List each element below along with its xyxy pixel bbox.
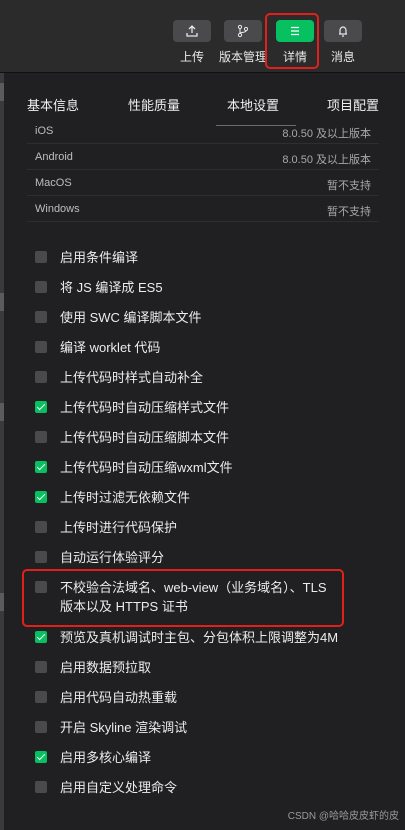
- upload-label: 上传: [179, 50, 204, 64]
- upload-button[interactable]: 上传: [171, 20, 213, 65]
- messages-button[interactable]: 消息: [322, 20, 364, 65]
- tab-local-settings[interactable]: 本地设置: [227, 95, 279, 114]
- tab-project-config[interactable]: 项目配置: [327, 95, 379, 114]
- checkbox[interactable]: [35, 661, 47, 673]
- option-label: 预览及真机调试时主包、分包体积上限调整为4M: [60, 630, 339, 645]
- option-style-autoprefix[interactable]: 上传代码时样式自动补全: [35, 368, 360, 390]
- checkbox-checked[interactable]: [35, 491, 47, 503]
- option-label: 上传代码时自动压缩样式文件: [60, 400, 230, 415]
- option-minify-script[interactable]: 上传代码时自动压缩脚本文件: [35, 428, 360, 450]
- details-panel: 基本信息 性能质量 本地设置 项目配置 iOS 8.0.50 及以上版本 And…: [4, 73, 405, 830]
- table-row: Windows 暂不支持: [27, 196, 379, 222]
- library-support-table: iOS 8.0.50 及以上版本 Android 8.0.50 及以上版本 Ma…: [27, 118, 379, 222]
- checkbox[interactable]: [35, 341, 47, 353]
- platform-requirement: 暂不支持: [327, 206, 371, 218]
- tab-performance[interactable]: 性能质量: [128, 95, 180, 114]
- highlight-box-details: [265, 13, 319, 69]
- bell-icon: [324, 20, 362, 42]
- option-js-to-es5[interactable]: 将 JS 编译成 ES5: [35, 278, 360, 300]
- option-minify-style[interactable]: 上传代码时自动压缩样式文件: [35, 398, 360, 420]
- option-auto-audit[interactable]: 自动运行体验评分: [35, 548, 360, 570]
- table-row: MacOS 暂不支持: [27, 170, 379, 196]
- platform-name: Windows: [35, 203, 80, 215]
- top-toolbar: 上传 版本管理 详情 消息: [0, 0, 405, 73]
- checkbox-checked[interactable]: [35, 751, 47, 763]
- option-label: 上传代码时自动压缩脚本文件: [60, 430, 230, 445]
- option-hot-reload[interactable]: 启用代码自动热重载: [35, 688, 360, 710]
- option-label: 上传时进行代码保护: [60, 520, 178, 535]
- checkbox[interactable]: [35, 281, 47, 293]
- option-worklet-compile[interactable]: 编译 worklet 代码: [35, 338, 360, 360]
- option-skyline-debug[interactable]: 开启 Skyline 渲染调试: [35, 718, 360, 740]
- platform-name: iOS: [35, 125, 54, 137]
- option-label: 上传时过滤无依赖文件: [60, 490, 191, 505]
- option-label: 开启 Skyline 渲染调试: [60, 720, 188, 735]
- checkbox[interactable]: [35, 431, 47, 443]
- option-label: 启用代码自动热重载: [60, 690, 178, 705]
- version-management-button[interactable]: 版本管理: [216, 20, 270, 65]
- platform-requirement: 暂不支持: [327, 180, 371, 192]
- watermark: CSDN @哈哈皮皮虾的皮: [287, 811, 399, 822]
- checkbox[interactable]: [35, 551, 47, 563]
- branch-icon: [224, 20, 262, 42]
- option-4m-package-limit[interactable]: 预览及真机调试时主包、分包体积上限调整为4M: [35, 628, 360, 650]
- upload-icon: [173, 20, 211, 42]
- option-conditional-compile[interactable]: 启用条件编译: [35, 248, 360, 270]
- option-label: 启用多核心编译: [60, 750, 152, 765]
- checkbox-checked[interactable]: [35, 401, 47, 413]
- checkbox-checked[interactable]: [35, 461, 47, 473]
- checkbox[interactable]: [35, 251, 47, 263]
- option-multicore-compile[interactable]: 启用多核心编译: [35, 748, 360, 770]
- checkbox[interactable]: [35, 721, 47, 733]
- option-code-protection[interactable]: 上传时进行代码保护: [35, 518, 360, 540]
- option-label: 上传代码时自动压缩wxml文件: [60, 460, 233, 475]
- option-label: 启用条件编译: [60, 250, 139, 265]
- tab-basic-info[interactable]: 基本信息: [27, 95, 79, 114]
- platform-requirement: 8.0.50 及以上版本: [282, 128, 371, 140]
- platform-requirement: 8.0.50 及以上版本: [282, 154, 371, 166]
- option-label: 编译 worklet 代码: [60, 340, 161, 355]
- platform-name: MacOS: [35, 177, 72, 189]
- option-label: 使用 SWC 编译脚本文件: [60, 310, 202, 325]
- option-label: 自动运行体验评分: [60, 550, 165, 565]
- option-filter-unused-files[interactable]: 上传时过滤无依赖文件: [35, 488, 360, 510]
- option-swc-compile[interactable]: 使用 SWC 编译脚本文件: [35, 308, 360, 330]
- option-minify-wxml[interactable]: 上传代码时自动压缩wxml文件: [35, 458, 360, 480]
- table-row: Android 8.0.50 及以上版本: [27, 144, 379, 170]
- option-label: 上传代码时样式自动补全: [60, 370, 204, 385]
- checkbox[interactable]: [35, 781, 47, 793]
- version-management-label: 版本管理: [218, 50, 267, 64]
- highlight-box-domain-option: [22, 569, 344, 627]
- option-label: 启用自定义处理命令: [60, 780, 178, 795]
- checkbox[interactable]: [35, 691, 47, 703]
- option-label: 启用数据预拉取: [60, 660, 152, 675]
- option-label: 将 JS 编译成 ES5: [60, 280, 163, 295]
- checkbox[interactable]: [35, 371, 47, 383]
- platform-name: Android: [35, 151, 73, 163]
- checkbox[interactable]: [35, 311, 47, 323]
- option-custom-commands[interactable]: 启用自定义处理命令: [35, 778, 360, 800]
- option-data-prefetch[interactable]: 启用数据预拉取: [35, 658, 360, 680]
- messages-label: 消息: [330, 50, 355, 64]
- table-row: iOS 8.0.50 及以上版本: [27, 118, 379, 144]
- checkbox[interactable]: [35, 521, 47, 533]
- checkbox-checked[interactable]: [35, 631, 47, 643]
